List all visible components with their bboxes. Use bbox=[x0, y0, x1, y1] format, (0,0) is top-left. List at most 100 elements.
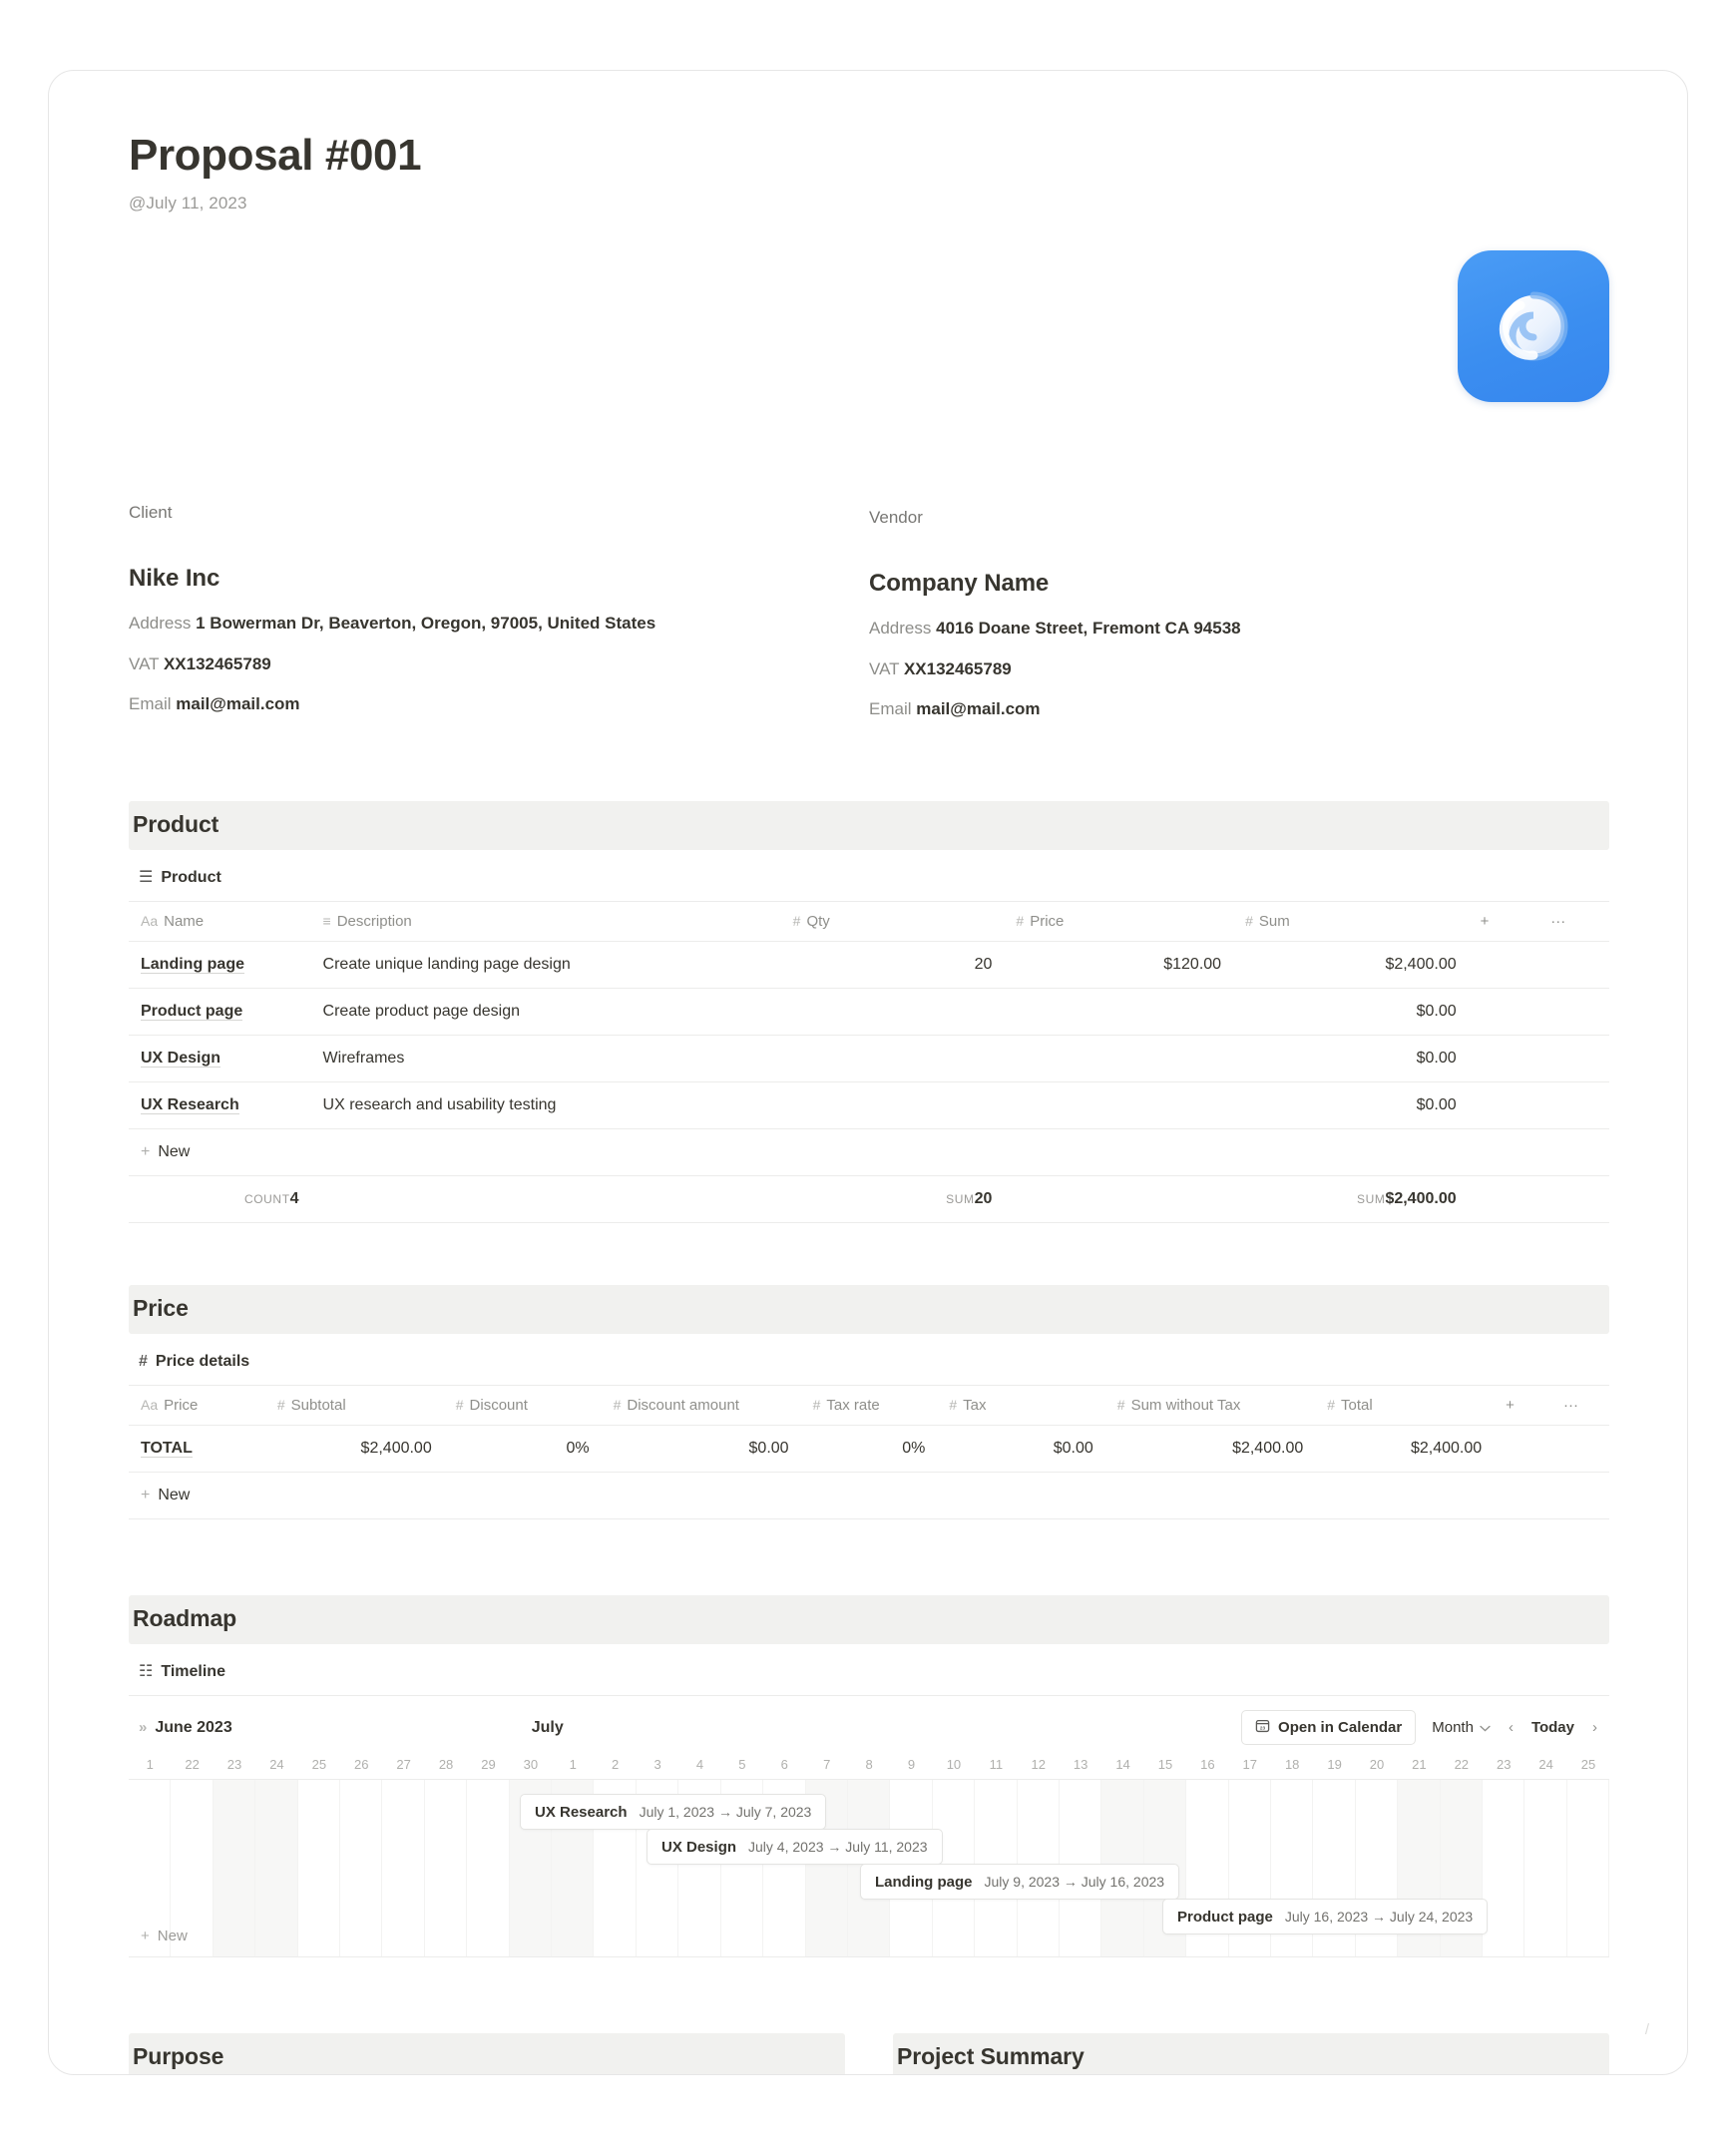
product-row-name[interactable]: UX Design bbox=[129, 1035, 311, 1083]
product-count-value: 4 bbox=[289, 1190, 299, 1208]
client-email-value[interactable]: mail@mail.com bbox=[176, 694, 299, 713]
timeline-day-tick: 23 bbox=[1496, 1757, 1512, 1773]
timeline-bar[interactable]: Product page July 16, 2023 → July 24, 20… bbox=[1162, 1899, 1489, 1935]
price-row-label[interactable]: TOTAL bbox=[129, 1425, 265, 1474]
timeline-bar[interactable]: UX Design July 4, 2023 → July 11, 2023 bbox=[647, 1829, 943, 1866]
product-row-description[interactable]: UX research and usability testing bbox=[310, 1081, 781, 1130]
product-row-description[interactable]: Wireframes bbox=[310, 1035, 781, 1083]
price-col-discount[interactable]: # Discount bbox=[443, 1385, 602, 1427]
timeline-column bbox=[1483, 1780, 1525, 1957]
product-row-price[interactable] bbox=[1004, 1081, 1234, 1130]
product-row-sum[interactable]: $0.00 bbox=[1233, 1035, 1469, 1083]
product-more-button[interactable]: ··· bbox=[1538, 901, 1609, 943]
price-col-sum-without-tax[interactable]: # Sum without Tax bbox=[1104, 1385, 1316, 1427]
product-row-price[interactable]: $120.00 bbox=[1004, 941, 1234, 990]
timeline-bar-title: Product page bbox=[1177, 1908, 1273, 1926]
product-row-qty[interactable] bbox=[780, 988, 1005, 1037]
price-col-discount-amount[interactable]: # Discount amount bbox=[601, 1385, 801, 1427]
product-row-name[interactable]: Product page bbox=[129, 988, 311, 1037]
product-row-qty[interactable] bbox=[780, 1035, 1005, 1083]
price-row-discount[interactable]: 0% bbox=[443, 1425, 602, 1474]
product-col-sum[interactable]: # Sum bbox=[1233, 901, 1469, 943]
price-col-price[interactable]: Aa Price bbox=[129, 1385, 265, 1427]
price-row-total[interactable]: $2,400.00 bbox=[1315, 1425, 1495, 1474]
product-col-description[interactable]: ≡ Description bbox=[310, 901, 781, 943]
price-db-title[interactable]: # Price details bbox=[139, 1353, 1609, 1371]
product-row-name[interactable]: Landing page bbox=[129, 941, 311, 990]
product-new-row[interactable]: + New bbox=[129, 1128, 1609, 1177]
price-section-heading: Price bbox=[129, 1285, 1609, 1335]
price-more-button[interactable]: ··· bbox=[1551, 1385, 1609, 1427]
product-table: Aa Name ≡ Description # Qty # Price # Sum + ·… bbox=[129, 901, 1609, 1224]
product-col-price[interactable]: # Price bbox=[1004, 901, 1234, 943]
product-row-description[interactable]: Create product page design bbox=[310, 988, 781, 1037]
timeline-day-tick: 7 bbox=[823, 1757, 831, 1773]
price-row-subtotal[interactable]: $2,400.00 bbox=[264, 1425, 444, 1474]
price-row-discount-amount[interactable]: $0.00 bbox=[601, 1425, 801, 1474]
page-date[interactable]: @July 11, 2023 bbox=[129, 194, 1609, 214]
vendor-email-value[interactable]: mail@mail.com bbox=[916, 699, 1040, 718]
price-col-tax-rate[interactable]: # Tax rate bbox=[800, 1385, 938, 1427]
table-row[interactable]: Product page Create product page design … bbox=[129, 988, 1609, 1037]
product-row-qty[interactable] bbox=[780, 1081, 1005, 1130]
price-row-tax-rate[interactable]: 0% bbox=[800, 1425, 938, 1474]
price-col-tax[interactable]: # Tax bbox=[937, 1385, 1105, 1427]
product-new-label: New bbox=[158, 1143, 191, 1161]
table-row[interactable]: UX Design Wireframes $0.00 bbox=[129, 1035, 1609, 1083]
timeline-day-tick: 30 bbox=[523, 1757, 539, 1773]
timeline-grid[interactable]: UX Research July 1, 2023 → July 7, 2023 … bbox=[129, 1780, 1609, 1958]
product-row-price[interactable] bbox=[1004, 1035, 1234, 1083]
purpose-heading-text: Purpose bbox=[133, 2043, 224, 2070]
product-row-name[interactable]: UX Research bbox=[129, 1081, 311, 1130]
timeline-column bbox=[467, 1780, 510, 1957]
timeline-day-tick: 24 bbox=[1538, 1757, 1553, 1773]
timeline-prev-button[interactable]: ‹ bbox=[1507, 1719, 1516, 1736]
timeline-column bbox=[1567, 1780, 1609, 1957]
timeline-bar[interactable]: Landing page July 9, 2023 → July 16, 202… bbox=[860, 1864, 1180, 1901]
product-sum-value: $2,400.00 bbox=[1385, 1190, 1457, 1208]
product-row-sum[interactable]: $0.00 bbox=[1233, 1081, 1469, 1130]
table-row[interactable]: TOTAL $2,400.00 0% $0.00 0% $0.00 $2,400… bbox=[129, 1425, 1609, 1474]
timeline-next-button[interactable]: › bbox=[1590, 1719, 1599, 1736]
timeline-column bbox=[382, 1780, 425, 1957]
product-col-qty[interactable]: # Qty bbox=[780, 901, 1005, 943]
plus-icon: + bbox=[141, 1487, 151, 1504]
product-row-description[interactable]: Create unique landing page design bbox=[310, 941, 781, 990]
timeline-bar-range: July 4, 2023 → July 11, 2023 bbox=[748, 1839, 928, 1856]
product-row-sum[interactable]: $0.00 bbox=[1233, 988, 1469, 1037]
product-row-sum[interactable]: $2,400.00 bbox=[1233, 941, 1469, 990]
timeline-day-tick: 8 bbox=[865, 1757, 873, 1773]
table-row[interactable]: UX Research UX research and usability te… bbox=[129, 1081, 1609, 1130]
timeline-day-tick: 10 bbox=[946, 1757, 962, 1773]
product-db-title[interactable]: ☰ Product bbox=[139, 869, 1609, 887]
price-add-column-button[interactable]: + bbox=[1494, 1385, 1552, 1427]
product-col-name[interactable]: Aa Name bbox=[129, 901, 311, 943]
product-row-price[interactable] bbox=[1004, 988, 1234, 1037]
timeline-zoom-select[interactable]: Month bbox=[1432, 1719, 1491, 1736]
page-corner-mark: / bbox=[1644, 2021, 1649, 2038]
chevron-down-icon bbox=[1480, 1719, 1491, 1736]
price-row-tax[interactable]: $0.00 bbox=[937, 1425, 1105, 1474]
roadmap-db-title[interactable]: ☷ Timeline bbox=[139, 1663, 1609, 1681]
client-vat-row: VAT XX132465789 bbox=[129, 653, 869, 676]
product-row-qty[interactable]: 20 bbox=[780, 941, 1005, 990]
timeline-day-tick: 20 bbox=[1369, 1757, 1385, 1773]
product-add-column-button[interactable]: + bbox=[1468, 901, 1539, 943]
timeline-bar[interactable]: UX Research July 1, 2023 → July 7, 2023 bbox=[520, 1794, 827, 1831]
product-qty-sum-label: SUM bbox=[946, 1192, 975, 1207]
collapse-icon[interactable]: » bbox=[139, 1719, 147, 1736]
price-row-sum-without-tax[interactable]: $2,400.00 bbox=[1104, 1425, 1316, 1474]
product-sum-cell[interactable]: SUM$2,400.00 bbox=[1233, 1175, 1469, 1224]
product-qty-sum-cell[interactable]: SUM20 bbox=[780, 1175, 1005, 1224]
timeline-new-row[interactable]: + New bbox=[141, 1928, 188, 1944]
price-col-subtotal[interactable]: # Subtotal bbox=[264, 1385, 444, 1427]
plus-icon: + bbox=[141, 1143, 151, 1161]
product-count-cell[interactable]: COUNT4 bbox=[129, 1175, 311, 1224]
price-new-row[interactable]: + New bbox=[129, 1472, 1609, 1520]
open-in-calendar-button[interactable]: 23 Open in Calendar bbox=[1241, 1710, 1417, 1746]
table-row[interactable]: Landing page Create unique landing page … bbox=[129, 941, 1609, 990]
timeline-column bbox=[213, 1780, 256, 1957]
price-col-total[interactable]: # Total bbox=[1315, 1385, 1495, 1427]
timeline-current-month[interactable]: » June 2023 bbox=[139, 1719, 232, 1737]
timeline-today-button[interactable]: Today bbox=[1531, 1719, 1574, 1736]
